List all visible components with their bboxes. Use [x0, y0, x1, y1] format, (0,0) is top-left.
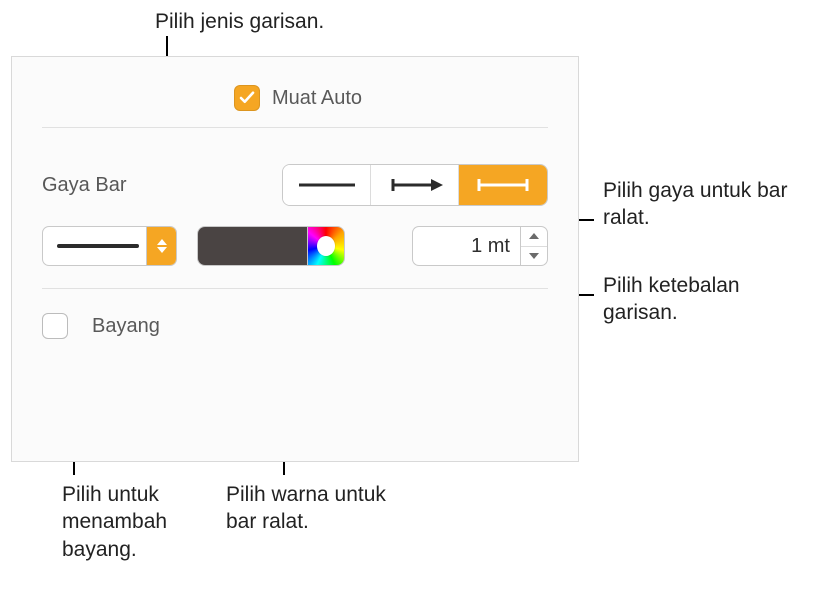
bar-style-label: Gaya Bar	[42, 174, 126, 197]
checkmark-icon	[238, 89, 256, 107]
shadow-checkbox[interactable]	[42, 313, 68, 339]
callout-thickness: Pilih ketebalan garisan.	[603, 272, 813, 327]
thickness-stepper	[520, 226, 548, 266]
bar-capped-icon	[471, 175, 535, 195]
inspector-panel: Muat Auto Gaya Bar	[11, 56, 579, 462]
callout-shadow: Pilih untuk menambah bayang.	[62, 481, 212, 563]
shadow-label: Bayang	[92, 315, 160, 338]
line-sample-icon	[57, 244, 139, 248]
thickness-down-button[interactable]	[521, 247, 547, 266]
bar-line-icon	[295, 175, 359, 195]
auto-fit-label: Muat Auto	[272, 87, 362, 110]
callout-color: Pilih warna untuk bar ralat.	[226, 481, 406, 536]
callout-line-type: Pilih jenis garisan.	[155, 8, 324, 35]
chevron-down-icon	[529, 253, 539, 259]
color-swatch[interactable]	[197, 226, 307, 266]
bar-style-option-arrow[interactable]	[371, 165, 459, 205]
color-wheel-button[interactable]	[307, 226, 345, 266]
bar-style-section: Gaya Bar	[42, 128, 548, 289]
bar-style-option-line[interactable]	[283, 165, 371, 205]
color-control	[197, 226, 345, 266]
bar-arrow-icon	[383, 175, 447, 195]
thickness-up-button[interactable]	[521, 227, 547, 247]
bar-style-segmented	[282, 164, 548, 206]
dropdown-arrows-icon	[146, 227, 176, 265]
bar-style-option-capped[interactable]	[459, 165, 547, 205]
callout-bar-style: Pilih gaya untuk bar ralat.	[603, 177, 813, 232]
line-type-dropdown[interactable]	[42, 226, 177, 266]
auto-fit-checkbox[interactable]	[234, 85, 260, 111]
auto-fit-row: Muat Auto	[42, 79, 548, 128]
chevron-up-icon	[529, 233, 539, 239]
thickness-control: 1 mt	[412, 226, 548, 266]
shadow-row: Bayang	[42, 289, 548, 357]
thickness-field[interactable]: 1 mt	[412, 226, 520, 266]
bar-style-controls: 1 mt	[42, 226, 548, 288]
